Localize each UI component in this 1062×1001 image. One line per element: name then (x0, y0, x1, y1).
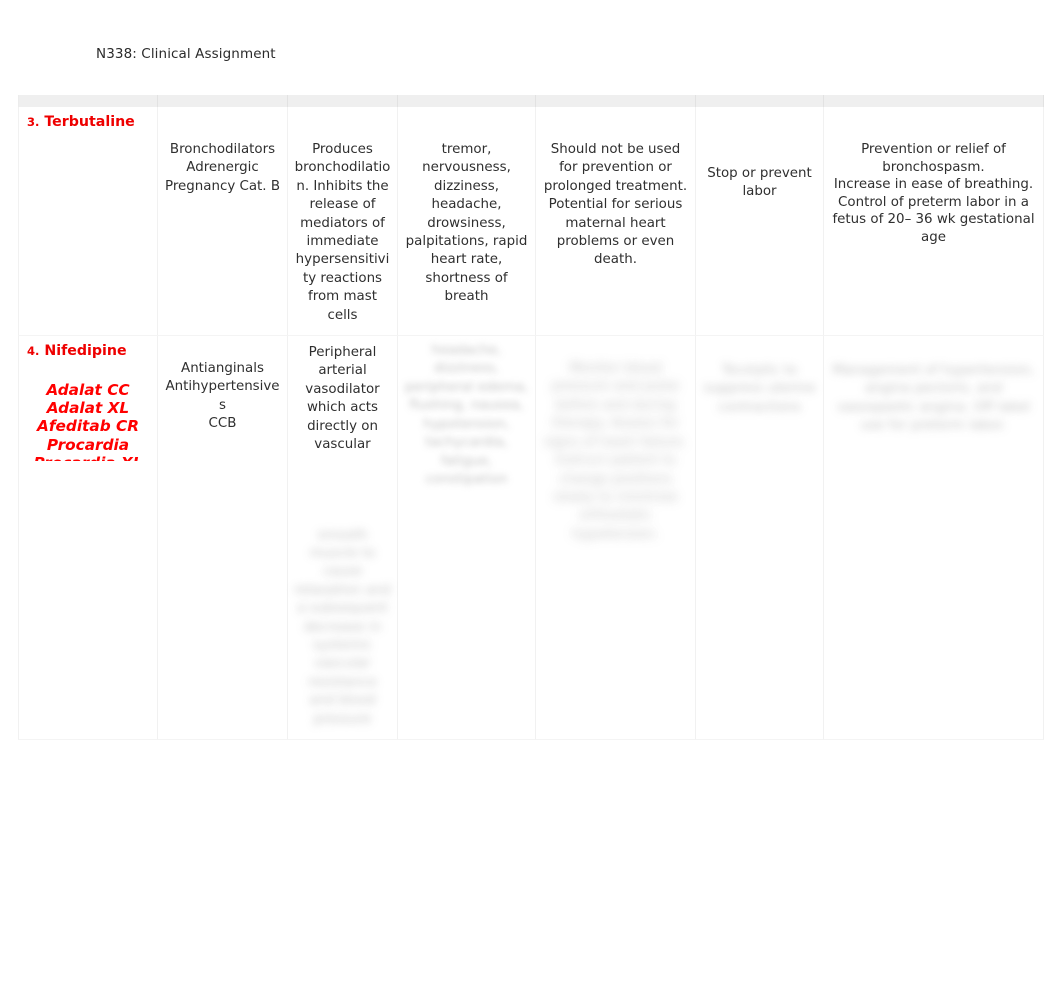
brand-name: Adalat XL (46, 399, 130, 418)
brand-name: Afeditab CR (37, 417, 139, 436)
cell-side-effects: headache, dizziness, peripheral edema, f… (398, 336, 536, 740)
drug-name-label: 3. Terbutaline (27, 113, 153, 132)
header-cell-side-effects (398, 95, 536, 107)
brand-name-list: Adalat CC Adalat XL Afeditab CR Procardi… (27, 381, 153, 461)
indications-text-redacted: Management of hypertension, angina pecto… (832, 363, 1035, 434)
header-cell-purpose (696, 95, 824, 107)
header-cell-nursing-considerations (536, 95, 696, 107)
document-page: N338: Clinical Assignment 3. Terbutaline… (0, 0, 1062, 1001)
classification-text: Bronchodilators Adrenergic Pregnancy Cat… (164, 142, 281, 194)
purpose-text-redacted: Tocolytic to suppress uterine contractio… (703, 363, 816, 415)
drug-title: Terbutaline (44, 114, 135, 130)
header-cell-drug (18, 95, 158, 107)
brand-name: Procardia XL (27, 454, 149, 461)
drug-title: Nifedipine (44, 343, 127, 360)
cell-action: Peripheral arterial vasodilator which ac… (288, 336, 398, 740)
purpose-text: Stop or prevent labor (707, 166, 812, 200)
table-row: 3. Terbutaline Bronchodilators Adrenergi… (18, 107, 1044, 337)
medication-table: 3. Terbutaline Bronchodilators Adrenergi… (18, 95, 1044, 740)
side-effects-text-redacted: headache, dizziness, peripheral edema, f… (404, 343, 529, 487)
drug-number: 3. (27, 115, 40, 129)
indications-text: Prevention or relief of bronchospasm. In… (832, 142, 1035, 245)
cell-action: Produces bronchodilation. Inhibits the r… (288, 107, 398, 337)
cell-classification: Bronchodilators Adrenergic Pregnancy Cat… (158, 107, 288, 337)
nursing-considerations-text-redacted: Monitor blood pressure and pulse before … (544, 361, 687, 542)
header-cell-action (288, 95, 398, 107)
cell-purpose: Tocolytic to suppress uterine contractio… (696, 336, 824, 740)
header-cell-classification (158, 95, 288, 107)
table-row: 4. Nifedipine Adalat CC Adalat XL Afedit… (18, 336, 1044, 740)
cell-drug-name: 3. Terbutaline (18, 107, 158, 337)
action-text: Peripheral arterial vasodilator which ac… (305, 345, 380, 453)
action-text-redacted: smooth muscle to cause relaxation and a … (294, 527, 391, 727)
document-header-title: N338: Clinical Assignment (96, 46, 276, 62)
table-header-strip (18, 95, 1044, 107)
side-effects-text: tremor, nervousness, dizziness, headache… (405, 142, 528, 305)
cell-purpose: Stop or prevent labor (696, 107, 824, 337)
brand-name: Procardia (46, 435, 130, 454)
cell-nursing-considerations: Monitor blood pressure and pulse before … (536, 336, 696, 740)
cell-nursing-considerations: Should not be used for prevention or pro… (536, 107, 696, 337)
drug-name-label: 4. Nifedipine (27, 342, 153, 361)
cell-indications: Prevention or relief of bronchospasm. In… (824, 107, 1044, 337)
header-cell-indications (824, 95, 1044, 107)
cell-classification: Antianginals Antihypertensives CCB (158, 336, 288, 740)
drug-number: 4. (27, 344, 40, 359)
cell-indications: Management of hypertension, angina pecto… (824, 336, 1044, 740)
action-text: Produces bronchodilation. Inhibits the r… (294, 142, 391, 323)
cell-drug-name: 4. Nifedipine Adalat CC Adalat XL Afedit… (18, 336, 158, 740)
classification-text: Antianginals Antihypertensives CCB (165, 361, 280, 432)
nursing-considerations-text: Should not be used for prevention or pro… (543, 142, 688, 268)
cell-side-effects: tremor, nervousness, dizziness, headache… (398, 107, 536, 337)
brand-name: Adalat CC (46, 381, 130, 400)
